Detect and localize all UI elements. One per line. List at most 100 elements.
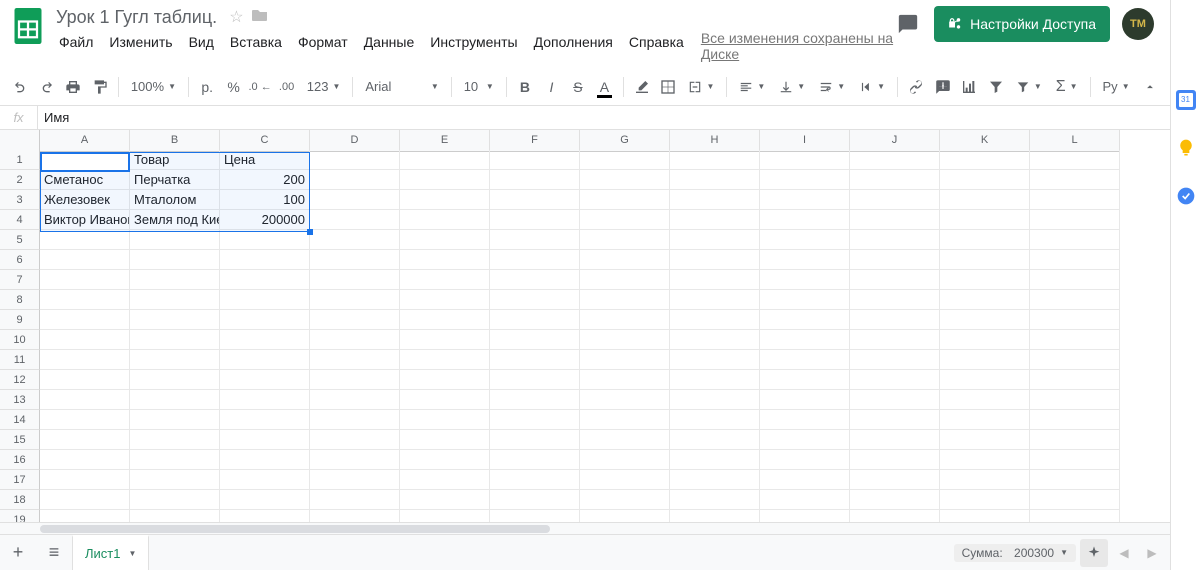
cell[interactable] bbox=[220, 290, 310, 310]
row-header[interactable]: 11 bbox=[0, 350, 40, 370]
row-header[interactable]: 8 bbox=[0, 290, 40, 310]
cell[interactable] bbox=[40, 470, 130, 490]
cell[interactable] bbox=[940, 170, 1030, 190]
cell[interactable] bbox=[580, 190, 670, 210]
cell[interactable] bbox=[940, 390, 1030, 410]
cell[interactable] bbox=[400, 210, 490, 230]
cell[interactable] bbox=[670, 410, 760, 430]
calendar-icon[interactable]: 31 bbox=[1176, 90, 1196, 110]
cell[interactable] bbox=[670, 310, 760, 330]
cell[interactable] bbox=[490, 510, 580, 522]
decrease-decimal-button[interactable]: .0 ← bbox=[248, 74, 272, 100]
sheet-menu-icon[interactable]: ▼ bbox=[128, 549, 136, 558]
strike-button[interactable]: S bbox=[566, 74, 590, 100]
cell[interactable] bbox=[310, 250, 400, 270]
cell[interactable] bbox=[670, 230, 760, 250]
valign-button[interactable]: ▼ bbox=[773, 74, 811, 100]
cell[interactable] bbox=[1030, 290, 1120, 310]
cell[interactable] bbox=[400, 190, 490, 210]
cell[interactable] bbox=[580, 330, 670, 350]
cell[interactable] bbox=[220, 430, 310, 450]
cell[interactable] bbox=[850, 410, 940, 430]
row-header[interactable]: 19 bbox=[0, 510, 40, 522]
cell[interactable] bbox=[670, 350, 760, 370]
tasks-icon[interactable] bbox=[1176, 186, 1196, 206]
cell[interactable] bbox=[220, 330, 310, 350]
cell[interactable] bbox=[220, 390, 310, 410]
cell[interactable] bbox=[760, 250, 850, 270]
cell[interactable] bbox=[310, 150, 400, 170]
cell[interactable] bbox=[130, 310, 220, 330]
chart-button[interactable] bbox=[957, 74, 981, 100]
cell[interactable] bbox=[580, 470, 670, 490]
menu-addons[interactable]: Дополнения bbox=[527, 30, 620, 62]
cell[interactable]: Имя bbox=[40, 150, 130, 170]
input-language-button[interactable]: Ру▼ bbox=[1097, 74, 1136, 100]
cell[interactable] bbox=[220, 350, 310, 370]
cell[interactable] bbox=[940, 210, 1030, 230]
folder-icon[interactable] bbox=[252, 8, 268, 27]
percent-button[interactable]: % bbox=[221, 74, 245, 100]
cell[interactable] bbox=[850, 290, 940, 310]
cell[interactable] bbox=[490, 290, 580, 310]
cell[interactable] bbox=[760, 190, 850, 210]
cell[interactable] bbox=[940, 150, 1030, 170]
cell[interactable] bbox=[940, 490, 1030, 510]
cell[interactable] bbox=[850, 450, 940, 470]
cell[interactable] bbox=[940, 510, 1030, 522]
text-color-button[interactable]: A bbox=[592, 74, 616, 100]
cell[interactable] bbox=[400, 490, 490, 510]
cell[interactable] bbox=[400, 310, 490, 330]
cell[interactable] bbox=[580, 250, 670, 270]
cell[interactable] bbox=[220, 370, 310, 390]
cell[interactable] bbox=[850, 170, 940, 190]
rotate-button[interactable]: ▼ bbox=[853, 74, 891, 100]
cell[interactable] bbox=[1030, 250, 1120, 270]
cell[interactable] bbox=[400, 170, 490, 190]
cell[interactable] bbox=[400, 330, 490, 350]
zoom-select[interactable]: 100%▼ bbox=[125, 74, 182, 100]
cell[interactable] bbox=[670, 490, 760, 510]
cell[interactable] bbox=[1030, 270, 1120, 290]
halign-button[interactable]: ▼ bbox=[733, 74, 771, 100]
cell[interactable] bbox=[1030, 470, 1120, 490]
cell[interactable] bbox=[490, 170, 580, 190]
cell[interactable] bbox=[760, 450, 850, 470]
cell[interactable] bbox=[1030, 510, 1120, 522]
cell[interactable] bbox=[670, 430, 760, 450]
nav-right[interactable]: ▶ bbox=[1140, 546, 1164, 560]
cell[interactable] bbox=[220, 310, 310, 330]
cell[interactable]: Мталолом bbox=[130, 190, 220, 210]
cell[interactable] bbox=[940, 430, 1030, 450]
cell[interactable] bbox=[940, 330, 1030, 350]
row-header[interactable]: 7 bbox=[0, 270, 40, 290]
cell[interactable]: Товар bbox=[130, 150, 220, 170]
cell[interactable] bbox=[400, 290, 490, 310]
cell[interactable] bbox=[670, 390, 760, 410]
cell[interactable] bbox=[580, 410, 670, 430]
share-button[interactable]: Настройки Доступа bbox=[934, 6, 1110, 42]
cell[interactable] bbox=[1030, 430, 1120, 450]
cell[interactable] bbox=[310, 510, 400, 522]
cell[interactable] bbox=[130, 410, 220, 430]
cell[interactable] bbox=[670, 170, 760, 190]
cell[interactable] bbox=[310, 170, 400, 190]
nav-left[interactable]: ◀ bbox=[1112, 546, 1136, 560]
cell[interactable]: Железовек bbox=[40, 190, 130, 210]
row-header[interactable]: 18 bbox=[0, 490, 40, 510]
cell[interactable] bbox=[670, 150, 760, 170]
cell[interactable] bbox=[310, 470, 400, 490]
cell[interactable] bbox=[130, 470, 220, 490]
undo-button[interactable] bbox=[8, 74, 32, 100]
cell[interactable] bbox=[1030, 350, 1120, 370]
cell[interactable] bbox=[400, 430, 490, 450]
cell[interactable] bbox=[1030, 190, 1120, 210]
cell[interactable] bbox=[580, 370, 670, 390]
select-all-corner[interactable] bbox=[0, 130, 40, 152]
cell[interactable] bbox=[850, 310, 940, 330]
all-sheets-button[interactable]: ≡ bbox=[36, 535, 72, 570]
row-header[interactable]: 2 bbox=[0, 170, 40, 190]
column-header[interactable]: F bbox=[490, 130, 580, 152]
cell[interactable] bbox=[940, 450, 1030, 470]
cell[interactable] bbox=[310, 270, 400, 290]
